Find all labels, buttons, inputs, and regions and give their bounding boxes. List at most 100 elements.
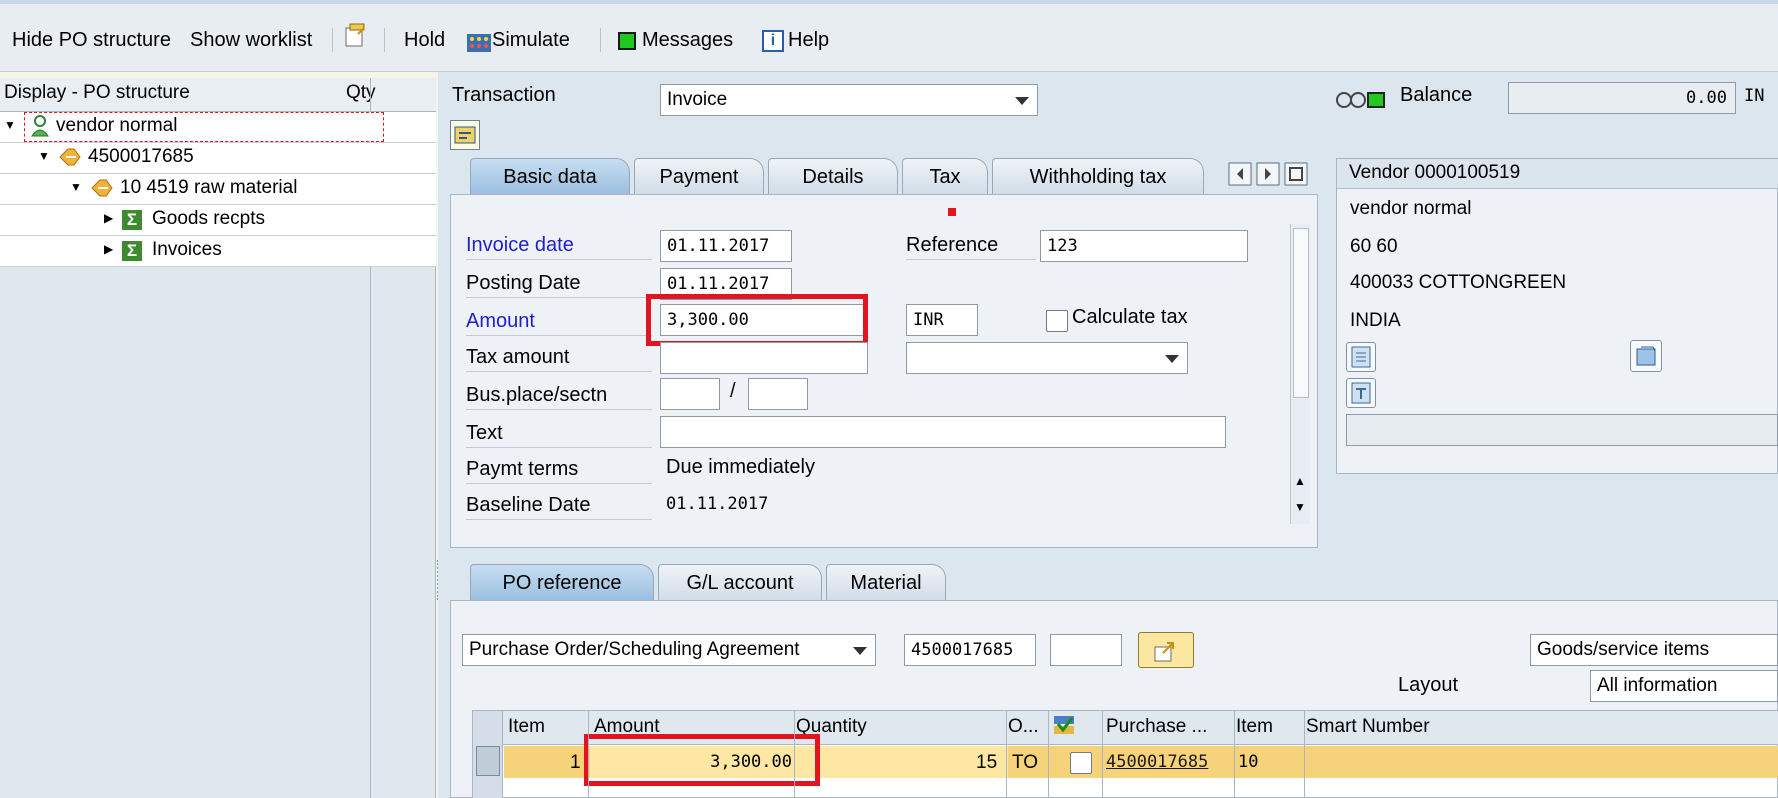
- tree-header-qty: Qty: [346, 82, 376, 103]
- column-divider: [794, 711, 795, 798]
- collapse-arrow-icon[interactable]: ▶: [104, 211, 113, 225]
- currency-field[interactable]: INR: [906, 304, 978, 336]
- vertical-scrollbar[interactable]: ▲ ▼: [1290, 224, 1310, 524]
- simulate-icon: [466, 31, 492, 52]
- tree-node-goods-receipts[interactable]: ▶ Σ Goods recpts: [0, 205, 436, 236]
- copy-doc-icon[interactable]: [344, 22, 368, 54]
- tab-tax[interactable]: Tax: [902, 158, 988, 194]
- scroll-up-icon: ▲: [1294, 474, 1306, 488]
- toolbar-separator: [332, 28, 333, 52]
- tree-node-label: vendor normal: [56, 115, 178, 136]
- cell-item: 1: [570, 752, 581, 773]
- tab-material[interactable]: Material: [826, 564, 946, 600]
- transaction-select[interactable]: Invoice: [660, 84, 1038, 116]
- tab-payment[interactable]: Payment: [634, 158, 764, 194]
- hide-po-structure-button[interactable]: Hide PO structure: [12, 24, 171, 56]
- col-header-po-item[interactable]: Item: [1236, 716, 1273, 738]
- column-divider: [1304, 711, 1305, 798]
- expand-arrow-icon[interactable]: ▼: [70, 180, 82, 194]
- goods-service-select[interactable]: Goods/service items: [1530, 634, 1778, 666]
- tree-node-vendor[interactable]: ▼ vendor normal: [0, 112, 436, 143]
- amount-label: Amount: [466, 306, 652, 336]
- calculate-tax-checkbox[interactable]: [1046, 310, 1068, 332]
- text-field[interactable]: [660, 416, 1226, 448]
- purchase-order-link[interactable]: 4500017685: [1106, 752, 1208, 772]
- col-header-order-unit[interactable]: O...: [1008, 716, 1039, 738]
- tree-node-po[interactable]: ▼ 4500017685: [0, 143, 436, 174]
- hold-button[interactable]: Hold: [404, 24, 445, 56]
- simulate-button[interactable]: Simulate: [466, 24, 570, 56]
- col-header-smart-number[interactable]: Smart Number: [1306, 716, 1430, 738]
- transaction-label: Transaction: [452, 84, 556, 106]
- row-selector[interactable]: [476, 746, 500, 776]
- toolbar-separator: [600, 28, 601, 52]
- po-number-field[interactable]: 4500017685: [904, 634, 1036, 666]
- balance-currency: IN: [1744, 86, 1765, 106]
- col-header-purchase-order[interactable]: Purchase ...: [1106, 716, 1207, 738]
- bank-data-icon[interactable]: [1630, 340, 1662, 372]
- vendor-title: Vendor 0000100519: [1349, 162, 1521, 183]
- bus-place-field[interactable]: [660, 378, 720, 410]
- tree-node-label: 4500017685: [88, 146, 194, 167]
- select-all-icon[interactable]: [1052, 714, 1078, 744]
- tree-node-label: Goods recpts: [152, 208, 265, 229]
- cell-quantity[interactable]: 15: [976, 752, 997, 774]
- tab-list-icon[interactable]: [1284, 162, 1308, 186]
- expand-arrow-icon[interactable]: ▼: [4, 118, 16, 132]
- required-marker: [948, 208, 956, 216]
- tab-details[interactable]: Details: [768, 158, 898, 194]
- sum-icon: Σ: [122, 210, 142, 230]
- cell-po-item: 10: [1238, 752, 1259, 772]
- tab-withholding-tax[interactable]: Withholding tax: [992, 158, 1204, 194]
- tax-amount-field[interactable]: [660, 342, 868, 374]
- invoice-date-field[interactable]: 01.11.2017: [660, 230, 792, 262]
- collapse-arrow-icon[interactable]: ▶: [104, 242, 113, 256]
- vendor-balance-icon[interactable]: [1346, 378, 1376, 408]
- col-header-item[interactable]: Item: [508, 716, 545, 738]
- expand-arrow-icon[interactable]: ▼: [38, 149, 50, 163]
- tab-po-reference[interactable]: PO reference: [470, 564, 654, 600]
- arrow-right-icon: [1153, 637, 1181, 669]
- invoice-date-label: Invoice date: [466, 230, 652, 260]
- slash-separator: /: [730, 380, 736, 402]
- chevron-down-icon: [1165, 355, 1179, 363]
- section-field[interactable]: [748, 378, 808, 410]
- po-structure-tree: Display - PO structure Qty ▼ vendor norm…: [0, 78, 436, 798]
- payment-terms-label: Paymt terms: [466, 454, 652, 484]
- layout-select[interactable]: All information: [1590, 670, 1778, 702]
- po-item-field[interactable]: [1050, 634, 1122, 666]
- vendor-header: Vendor 0000100519: [1337, 159, 1778, 189]
- row-checkbox[interactable]: [1070, 752, 1092, 774]
- help-button[interactable]: i Help: [762, 24, 829, 56]
- baseline-date-value: 01.11.2017: [666, 494, 769, 514]
- highlight-box-amount: [646, 294, 868, 346]
- vendor-street: 60 60: [1350, 236, 1398, 257]
- baseline-date-label: Baseline Date: [466, 490, 652, 520]
- tab-scroll-left-icon[interactable]: [1228, 162, 1252, 186]
- apply-po-button[interactable]: [1138, 632, 1194, 668]
- bus-place-label: Bus.place/sectn: [466, 380, 652, 410]
- tab-basic-data[interactable]: Basic data: [470, 158, 630, 194]
- tab-scroll-right-icon[interactable]: [1256, 162, 1280, 186]
- tax-code-select[interactable]: [906, 342, 1188, 374]
- tree-node-po-item[interactable]: ▼ 10 4519 raw material: [0, 174, 436, 205]
- vendor-name: vendor normal: [1350, 198, 1472, 219]
- posting-date-label: Posting Date: [466, 268, 652, 298]
- document-type-value: Purchase Order/Scheduling Agreement: [469, 639, 800, 660]
- reference-field[interactable]: 123: [1040, 230, 1248, 262]
- sum-icon: Σ: [122, 241, 142, 261]
- tab-gl-account[interactable]: G/L account: [658, 564, 822, 600]
- vendor-master-icon[interactable]: [1346, 342, 1376, 372]
- tree-toggle-icon[interactable]: [450, 120, 480, 150]
- vendor-city: 400033 COTTONGREEN: [1350, 272, 1567, 293]
- show-worklist-button[interactable]: Show worklist: [190, 24, 312, 56]
- cell-purchase-order[interactable]: 4500017685: [1106, 752, 1208, 772]
- vendor-info-field: [1346, 414, 1778, 446]
- layout-label: Layout: [1398, 674, 1459, 696]
- tree-node-invoices[interactable]: ▶ Σ Invoices: [0, 236, 436, 267]
- document-type-select[interactable]: Purchase Order/Scheduling Agreement: [462, 634, 876, 666]
- po-item-icon: [90, 178, 114, 204]
- balance-label: Balance: [1400, 84, 1473, 106]
- messages-button[interactable]: Messages: [618, 24, 733, 56]
- scroll-down-icon: ▼: [1294, 500, 1306, 514]
